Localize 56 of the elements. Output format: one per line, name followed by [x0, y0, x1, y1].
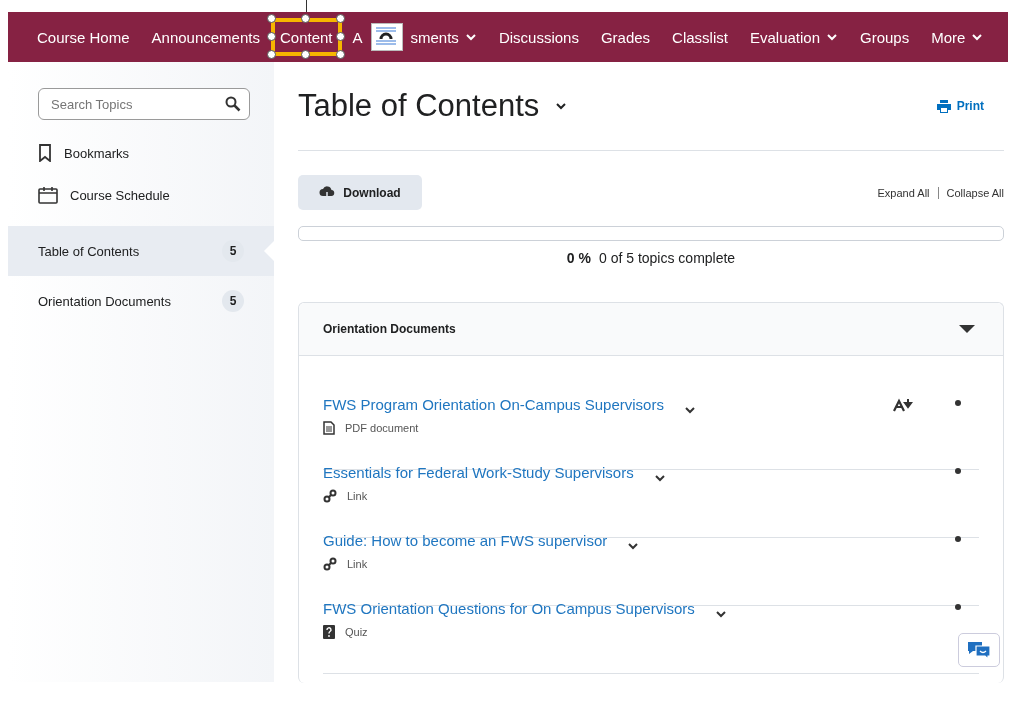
resize-handle[interactable] [301, 14, 311, 23]
nav-tab[interactable]: Discussions [487, 12, 590, 62]
module-title: Orientation Documents [323, 322, 456, 336]
link-icon [323, 557, 337, 571]
nav-label: sments [410, 28, 459, 46]
calendar-icon [38, 186, 58, 204]
leader-line [306, 0, 308, 12]
search-field[interactable]: Search Topics [38, 88, 250, 120]
nav-tab[interactable]: Course Home [26, 12, 141, 62]
chat-button[interactable] [958, 633, 1000, 667]
topic-type: Quiz [345, 626, 368, 638]
print-link[interactable]: Print [930, 98, 990, 114]
sidebar-link[interactable]: Course Schedule [70, 187, 170, 203]
resize-handle[interactable] [301, 50, 311, 59]
status-dot [955, 536, 961, 542]
module-item[interactable]: Orientation Documents 5 [8, 276, 274, 326]
progress-summary: 0 of 5 topics complete [598, 250, 736, 266]
count-badge: 5 [222, 290, 244, 312]
status-dot [955, 468, 961, 474]
document-icon [323, 421, 335, 435]
download-button[interactable]: Download [298, 175, 422, 210]
topic-type: Link [347, 490, 368, 502]
status-dot [955, 604, 961, 610]
nav-tab[interactable]: More [920, 12, 995, 62]
progress-percent: 0 % [566, 250, 591, 266]
count-badge: 5 [222, 240, 244, 262]
topic-link[interactable]: Guide: How to become an FWS supervisor [323, 531, 608, 549]
nav-label: A [352, 28, 363, 46]
collapse-all-link[interactable]: Collapse All [946, 186, 1004, 199]
collapse-toggle-icon[interactable] [959, 324, 975, 334]
search-icon[interactable] [225, 96, 241, 112]
topic-menu-caret-icon [653, 474, 666, 482]
module-item[interactable]: Table of Contents 5 [8, 226, 274, 276]
page-title: Table of Contents [298, 88, 540, 124]
topic-link[interactable]: Essentials for Federal Work-Study Supervisors [323, 463, 634, 481]
nav-tab[interactable]: Evaluation [738, 12, 849, 62]
link-icon [323, 489, 337, 503]
title-caret-icon [555, 102, 568, 110]
expand-all-link[interactable]: Expand All [877, 186, 930, 199]
printer-icon [936, 99, 951, 113]
topic-menu-caret-icon [683, 406, 696, 414]
topic-menu-caret-icon [627, 542, 640, 550]
nav-tab[interactable]: Grades [589, 12, 662, 62]
bookmark-icon [38, 144, 52, 162]
topic-type: Link [347, 558, 368, 570]
topic-link[interactable]: FWS Orientation Questions for On Campus Supervisors [323, 599, 695, 617]
quiz-icon [323, 625, 335, 639]
nav-tab[interactable]: Groups [849, 12, 921, 62]
topic-link[interactable]: FWS Program Orientation On-Campus Supervisors [323, 395, 664, 413]
text-wrap-icon[interactable] [370, 23, 403, 51]
topic-type: PDF document [345, 422, 419, 434]
sidebar-link[interactable]: Bookmarks [64, 145, 130, 161]
nav-tab[interactable]: Classlist [661, 12, 739, 62]
topic-menu-caret-icon [714, 610, 727, 618]
status-dot [955, 400, 961, 406]
chat-icon [967, 640, 991, 660]
